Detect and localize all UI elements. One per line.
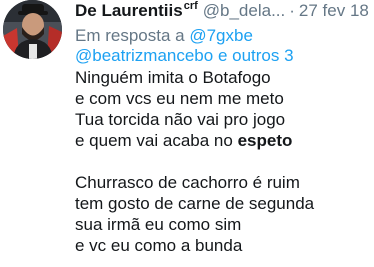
tweet: De Laurentiiscrf @b_dela... · 27 fev 18 Em …	[0, 0, 374, 267]
separator-dot: ·	[289, 1, 295, 20]
tweet-text-line: e quem vai acaba no espeto	[75, 130, 370, 151]
reply-context: Em resposta a @7gxbe	[75, 26, 253, 46]
tweet-text-line: tem gosto de carne de segunda	[75, 194, 315, 213]
tweet-text-line: e vc eu como a bunda	[75, 236, 243, 255]
tweet-text-line: sua irmã eu como sim	[75, 215, 242, 234]
tweet-text-line: Churrasco de cachorro é ruim	[75, 173, 300, 192]
stanza-gap	[75, 151, 370, 172]
user-badge: crf	[183, 0, 198, 13]
reply-mention-7gxbe[interactable]: @7gxbe	[189, 26, 253, 45]
reply-prefix: Em resposta a	[75, 26, 185, 45]
avatar[interactable]	[3, 0, 62, 59]
reply-mention-others[interactable]: @beatrizmancebo e outros 3	[75, 46, 294, 65]
tweet-timestamp[interactable]: 27 fev 18	[299, 1, 369, 20]
tweet-text-line: Tua torcida não vai pro jogo	[75, 110, 286, 129]
tweet-text-line: Ninguém imita o Botafogo	[75, 68, 271, 87]
user-handle[interactable]: @b_dela...	[203, 1, 285, 20]
tweet-header: De Laurentiiscrf @b_dela... · 27 fev 18	[75, 1, 374, 23]
tweet-text-bold: espeto	[237, 131, 293, 150]
display-name-text: De Laurentiis	[75, 1, 183, 20]
profile-photo-icon	[3, 0, 62, 59]
display-name[interactable]: De Laurentiiscrf	[75, 1, 198, 20]
reply-context-continued: @beatrizmancebo e outros 3	[75, 46, 294, 66]
tweet-body: Ninguém imita o Botafogo e com vcs eu ne…	[75, 67, 370, 256]
tweet-text-fragment: e quem vai acaba no	[75, 131, 233, 150]
tweet-text-line: e com vcs eu nem me meto	[75, 89, 284, 108]
